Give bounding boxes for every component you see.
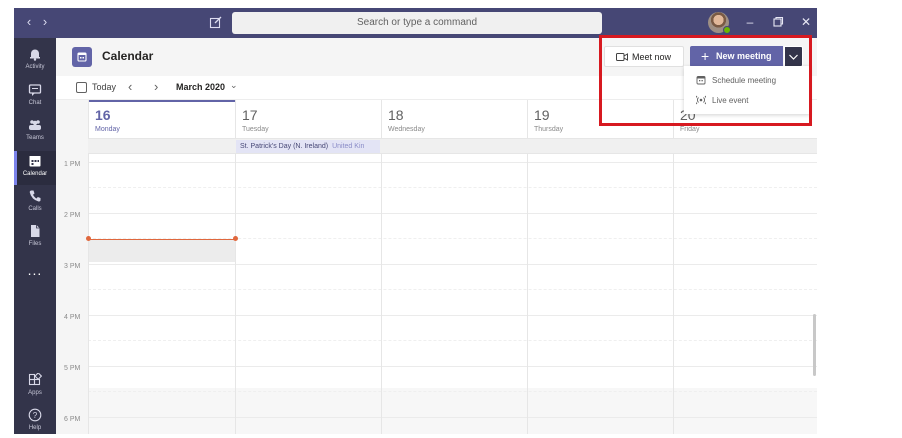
rail-item-label: Calls [28, 206, 42, 212]
file-icon [28, 224, 42, 238]
restore-icon[interactable] [771, 15, 785, 29]
bell-icon [28, 47, 42, 61]
day-name: Wednesday [388, 126, 425, 133]
day-number: 18 [388, 107, 404, 123]
rail-item-chat[interactable]: Chat [14, 80, 56, 114]
time-column: 1 PM 2 PM 3 PM 4 PM 5 PM 6 PM [56, 100, 88, 434]
current-time-dot [233, 236, 238, 241]
today-button[interactable]: Today [92, 82, 116, 92]
day-name: Tuesday [242, 126, 269, 133]
previous-week-icon[interactable]: ‹ [128, 79, 132, 95]
week-grid: 1 PM 2 PM 3 PM 4 PM 5 PM 6 PM 16 Monday … [56, 100, 817, 434]
phone-icon [28, 189, 42, 203]
compose-icon[interactable] [208, 14, 224, 30]
time-label: 3 PM [64, 263, 81, 270]
today-indicator [89, 100, 235, 102]
rail-item-activity[interactable]: Activity [14, 44, 56, 78]
day-name: Friday [680, 126, 700, 133]
rail-item-label: Apps [28, 390, 42, 396]
today-icon[interactable] [76, 82, 87, 93]
app-rail: Activity Chat Teams Calendar Calls Files… [14, 38, 56, 434]
title-bar: ‹ › Search or type a command – ✕ [14, 8, 817, 38]
all-day-row: St. Patrick's Day (N. Ireland) United Kin [88, 138, 817, 154]
event-title: St. Patrick's Day (N. Ireland) [240, 143, 329, 150]
rail-item-files[interactable]: Files [14, 221, 56, 255]
rail-item-calendar[interactable]: Calendar [14, 151, 56, 185]
event-calendar-name: United Kin [332, 143, 365, 150]
time-label: 5 PM [64, 365, 81, 372]
minimize-icon[interactable]: – [743, 15, 757, 29]
calendar-icon [28, 154, 42, 168]
presence-available-icon [723, 26, 731, 34]
search-input[interactable]: Search or type a command [232, 12, 602, 34]
time-label: 4 PM [64, 314, 81, 321]
day-name: Monday [95, 126, 120, 133]
day-name: Thursday [534, 126, 564, 133]
day-number: 19 [534, 107, 550, 123]
rail-item-label: Files [28, 241, 42, 247]
help-icon: ? [28, 408, 42, 422]
month-picker[interactable]: March 2020 [176, 82, 225, 92]
teams-icon [28, 118, 42, 132]
page-title: Calendar [102, 49, 154, 63]
back-icon[interactable]: ‹ [22, 14, 36, 30]
day-number: 17 [242, 107, 258, 123]
rail-item-apps[interactable]: Apps [14, 370, 56, 404]
rail-item-calls[interactable]: Calls [14, 186, 56, 220]
close-icon[interactable]: ✕ [799, 15, 813, 29]
all-day-event[interactable]: St. Patrick's Day (N. Ireland) United Kin [236, 140, 380, 153]
time-label: 6 PM [64, 416, 81, 423]
chevron-down-icon[interactable]: ⌄ [230, 80, 238, 91]
rail-item-label: Chat [28, 100, 42, 106]
day-number: 16 [95, 107, 111, 123]
chat-icon [28, 83, 42, 97]
rail-item-help[interactable]: ? Help [14, 405, 56, 434]
rail-item-label: Teams [26, 135, 44, 141]
rail-item-label: Help [28, 425, 42, 431]
time-label: 2 PM [64, 212, 81, 219]
current-time-line [88, 239, 235, 240]
vertical-scrollbar[interactable] [813, 314, 816, 376]
current-time-dot [86, 236, 91, 241]
rail-item-label: Calendar [22, 171, 48, 177]
apps-icon [28, 372, 43, 387]
teams-window: ‹ › Search or type a command – ✕ Activit… [14, 8, 817, 434]
rail-item-teams[interactable]: Teams [14, 115, 56, 149]
calendar-app-icon [72, 47, 92, 67]
forward-icon[interactable]: › [38, 14, 52, 30]
svg-text:?: ? [33, 411, 38, 420]
next-week-icon[interactable]: › [154, 79, 158, 95]
time-label: 1 PM [64, 161, 81, 168]
annotation-highlight-box [599, 35, 812, 126]
more-apps-icon[interactable]: ... [14, 262, 56, 278]
rail-item-label: Activity [25, 64, 45, 70]
